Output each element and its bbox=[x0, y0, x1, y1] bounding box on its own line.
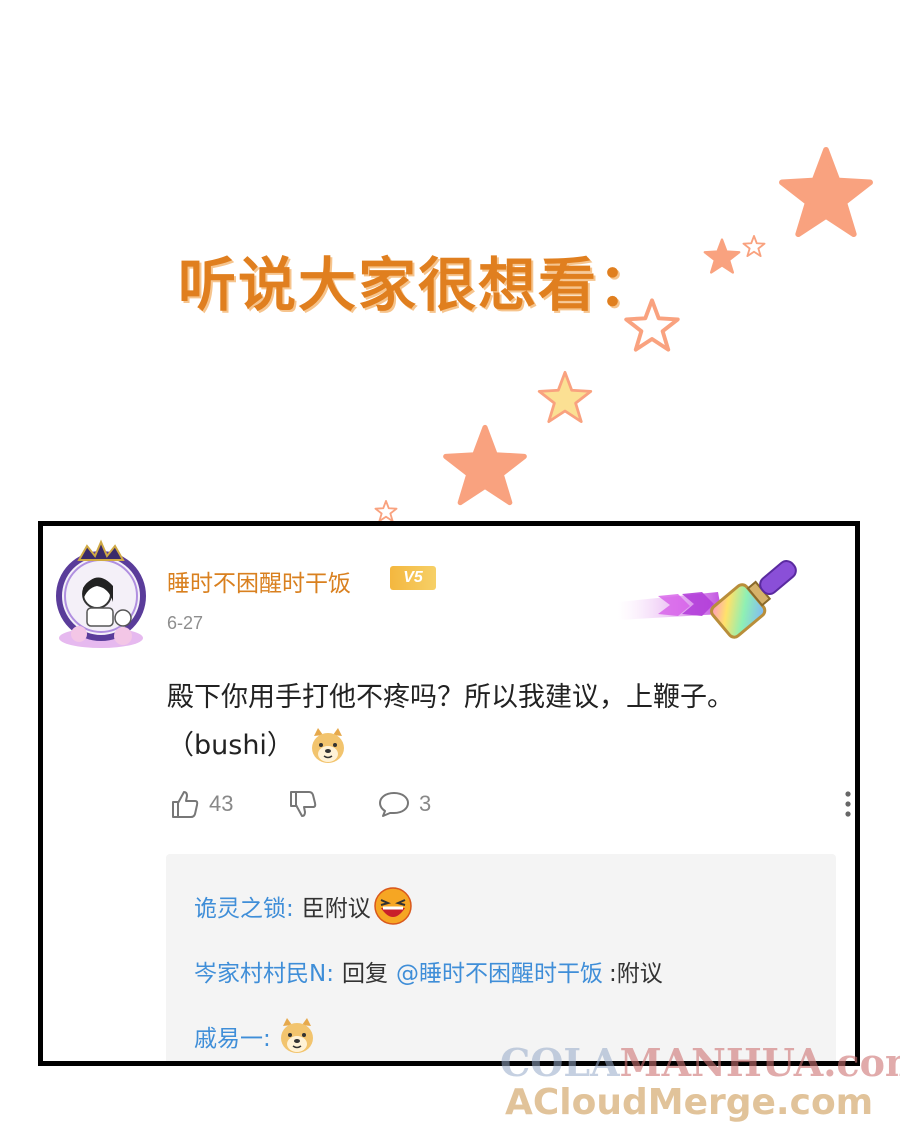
small-star-icon bbox=[703, 238, 741, 274]
yellow-star-icon bbox=[537, 370, 593, 424]
tiny-outline-star-icon bbox=[742, 235, 766, 257]
reply-author[interactable]: 戚易一: bbox=[194, 1019, 271, 1053]
large-star-icon bbox=[779, 146, 873, 238]
dislike-button[interactable] bbox=[287, 788, 319, 820]
comment-bubble-icon bbox=[379, 792, 409, 817]
like-button[interactable]: 43 bbox=[169, 788, 233, 820]
username[interactable]: 睡时不困醒时干饭 bbox=[167, 564, 351, 598]
reply-text: :附议 bbox=[608, 961, 663, 987]
paintbrush-decoration-icon bbox=[618, 560, 797, 639]
comment-body: 殿下你用手打他不疼吗？所以我建议，上鞭子。 （bushi） bbox=[167, 674, 847, 770]
comment-text-line2: （bushi） bbox=[167, 730, 294, 761]
doge-emoji-icon bbox=[311, 728, 344, 763]
tiny-star-icon bbox=[374, 500, 398, 522]
outline-star-icon bbox=[624, 298, 680, 352]
doge-emoji-icon bbox=[280, 1018, 313, 1053]
post-date: 6-27 bbox=[167, 613, 204, 633]
replies-box: 诡灵之锁: 臣附议 岑家村村民N: 回复 @睡时不困醒时干饭 :附议 戚易一: bbox=[166, 854, 836, 1061]
reply-count: 3 bbox=[419, 791, 432, 816]
laughing-emoji-icon bbox=[374, 887, 412, 925]
reply-item[interactable]: 岑家村村民N: 回复 @睡时不困醒时干饭 :附议 bbox=[194, 954, 663, 988]
reply-prefix: 回复 bbox=[341, 961, 388, 987]
watermark-colamanhua: COLAMANHUA.com bbox=[500, 1040, 900, 1085]
like-count: 43 bbox=[209, 791, 234, 816]
reply-author[interactable]: 岑家村村民N: bbox=[194, 954, 334, 988]
reply-item[interactable]: 诡灵之锁: 臣附议 bbox=[194, 886, 413, 926]
vip-badge: V5 bbox=[390, 566, 436, 590]
comment-text-line2-row: （bushi） bbox=[167, 722, 847, 770]
comment-actions: 43 3 bbox=[169, 788, 851, 822]
thumbs-up-icon bbox=[172, 791, 199, 818]
medium-star-icon bbox=[443, 424, 527, 506]
watermark-acloudmerge: ACloudMerge.com bbox=[505, 1082, 874, 1123]
reply-text: 臣附议 bbox=[301, 896, 371, 922]
reply-item[interactable]: 戚易一: bbox=[194, 1016, 317, 1056]
reply-author[interactable]: 诡灵之锁: bbox=[194, 889, 294, 923]
reply-mention[interactable]: @睡时不困醒时干饭 bbox=[396, 954, 603, 988]
comment-panel: 睡时不困醒时干饭 V5 6-27 殿下你用手打他不疼吗？所以我建议，上鞭子。 （… bbox=[38, 521, 860, 1066]
more-vertical-icon[interactable] bbox=[843, 788, 853, 820]
thumbs-down-icon bbox=[290, 791, 317, 817]
avatar[interactable] bbox=[51, 538, 151, 650]
reply-button[interactable]: 3 bbox=[377, 788, 431, 820]
comment-text-line1: 殿下你用手打他不疼吗？所以我建议，上鞭子。 bbox=[167, 682, 734, 713]
